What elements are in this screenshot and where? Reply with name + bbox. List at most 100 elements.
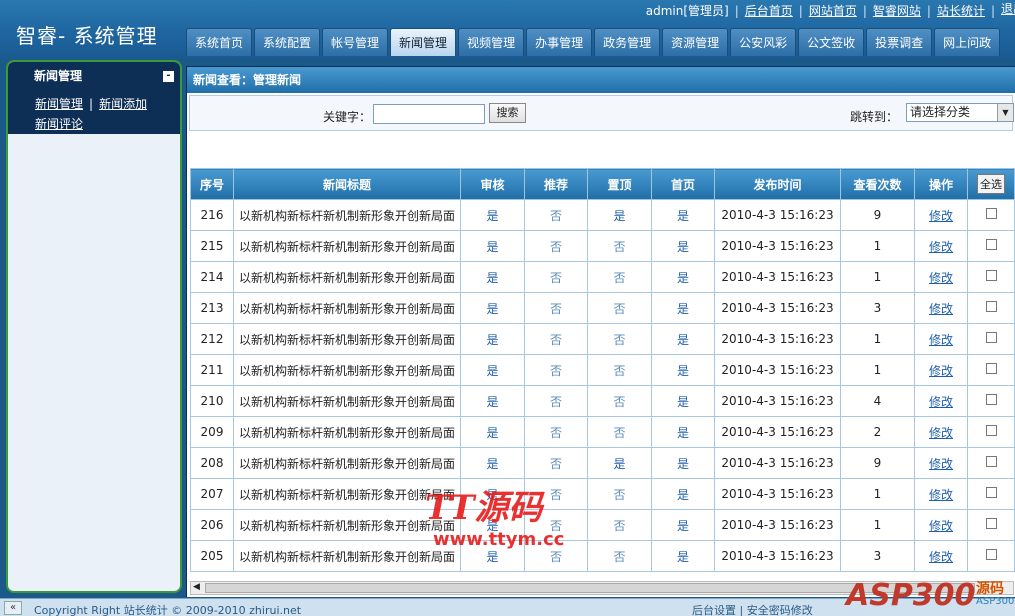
news-table: 序号 新闻标题 审核 推荐 置顶 首页 发布时间 查看次数 操作 全选 216 以… — [190, 168, 1015, 572]
edit-link[interactable]: 修改 — [914, 478, 968, 510]
edit-link[interactable]: 修改 — [914, 354, 968, 386]
select-all-button[interactable]: 全选 — [977, 174, 1005, 194]
nav-tab[interactable]: 政务管理 — [594, 28, 661, 56]
scroll-left-icon[interactable]: ◀ — [193, 582, 200, 592]
row-top: 否 — [587, 354, 652, 386]
row-title: 以新机构新标杆新机制新形象开创新局面 — [233, 540, 461, 572]
edit-link[interactable]: 修改 — [914, 540, 968, 572]
row-top: 否 — [587, 540, 652, 572]
nav-tab[interactable]: 系统配置 — [254, 28, 321, 56]
row-select-cell — [967, 292, 1015, 324]
nav-tab[interactable]: 视频管理 — [458, 28, 525, 56]
table-row: 216 以新机构新标杆新机制新形象开创新局面是否是是 2010-4-3 15:16:… — [190, 199, 1015, 231]
collapse-sidebar-button[interactable]: « — [4, 601, 22, 615]
row-time: 2010-4-3 15:16:23 — [714, 416, 841, 448]
row-checkbox[interactable] — [985, 456, 997, 467]
search-button[interactable]: 搜索 — [489, 103, 526, 123]
row-views: 4 — [840, 385, 915, 417]
dropdown-arrow-icon[interactable]: ▼ — [997, 104, 1013, 121]
row-audit: 是 — [460, 230, 525, 262]
row-checkbox[interactable] — [985, 518, 997, 529]
nav-tab[interactable]: 新闻管理 — [390, 28, 457, 56]
edit-link[interactable]: 修改 — [914, 416, 968, 448]
row-title: 以新机构新标杆新机制新形象开创新局面 — [233, 385, 461, 417]
sidebar-item-news-manage[interactable]: 新闻管理 — [35, 97, 83, 111]
row-checkbox[interactable] — [985, 549, 997, 560]
link-admin-home[interactable]: 后台首页 — [745, 4, 793, 18]
edit-link[interactable]: 修改 — [914, 385, 968, 417]
link-site-home[interactable]: 网站首页 — [809, 4, 857, 18]
collapse-icon[interactable]: - — [163, 71, 174, 82]
nav-tab[interactable]: 帐号管理 — [322, 28, 389, 56]
nav-tab[interactable]: 投票调查 — [866, 28, 933, 56]
top-links: admin[管理员]|后台首页|网站首页|智睿网站|站长统计|退出 — [645, 2, 1015, 18]
sidebar-item-news-add[interactable]: 新闻添加 — [99, 97, 147, 111]
nav-tab[interactable]: 办事管理 — [526, 28, 593, 56]
exit-link[interactable]: 退出 — [1001, 2, 1015, 16]
edit-link[interactable]: 修改 — [914, 261, 968, 293]
row-recommend: 否 — [524, 385, 588, 417]
row-checkbox[interactable] — [985, 239, 997, 250]
col-header-audit: 审核 — [460, 168, 525, 200]
row-recommend: 否 — [524, 354, 588, 386]
nav-tab[interactable]: 公文签收 — [798, 28, 865, 56]
row-select-cell — [967, 323, 1015, 355]
nav-tab[interactable]: 公安风彩 — [730, 28, 797, 56]
sidebar-item-news-comments[interactable]: 新闻评论 — [35, 117, 83, 131]
row-time: 2010-4-3 15:16:23 — [714, 478, 841, 510]
row-id: 211 — [190, 354, 234, 386]
keyword-input[interactable] — [373, 104, 485, 124]
edit-link[interactable]: 修改 — [914, 509, 968, 541]
row-top: 否 — [587, 478, 652, 510]
row-select-cell — [967, 416, 1015, 448]
row-checkbox[interactable] — [985, 332, 997, 343]
col-header-recommend: 推荐 — [524, 168, 588, 200]
link-zhirui-site[interactable]: 智睿网站 — [873, 4, 921, 18]
table-row: 214 以新机构新标杆新机制新形象开创新局面是否否是 2010-4-3 15:16:… — [190, 261, 1015, 293]
row-checkbox[interactable] — [985, 208, 997, 219]
horizontal-scrollbar[interactable]: ◀ — [190, 581, 1014, 595]
row-checkbox[interactable] — [985, 301, 997, 312]
nav-tab[interactable]: 系统首页 — [186, 28, 253, 56]
table-row: 206 以新机构新标杆新机制新形象开创新局面是否否是 2010-4-3 15:16:… — [190, 509, 1015, 541]
col-header-action: 操作 — [914, 168, 968, 200]
row-title: 以新机构新标杆新机制新形象开创新局面 — [233, 478, 461, 510]
link-stats[interactable]: 站长统计 — [937, 4, 985, 18]
row-checkbox[interactable] — [985, 394, 997, 405]
table-row: 213 以新机构新标杆新机制新形象开创新局面是否否是 2010-4-3 15:16:… — [190, 292, 1015, 324]
footer-link-password[interactable]: 安全密码修改 — [747, 604, 813, 616]
sidebar-links: 新闻管理 | 新闻添加 新闻评论 — [8, 90, 180, 134]
footer-link-settings[interactable]: 后台设置 — [692, 604, 736, 616]
row-select-cell — [967, 509, 1015, 541]
edit-link[interactable]: 修改 — [914, 199, 968, 231]
copyright-text: Copyright Right 站长统计 © 2009-2010 zhirui.… — [34, 604, 302, 616]
row-home: 是 — [651, 354, 715, 386]
nav-tab[interactable]: 网上问政 — [934, 28, 1001, 56]
row-checkbox[interactable] — [985, 363, 997, 374]
edit-link[interactable]: 修改 — [914, 447, 968, 479]
edit-link[interactable]: 修改 — [914, 230, 968, 262]
table-row: 207 以新机构新标杆新机制新形象开创新局面是否否是 2010-4-3 15:16:… — [190, 478, 1015, 510]
table-row: 215 以新机构新标杆新机制新形象开创新局面是否否是 2010-4-3 15:16:… — [190, 230, 1015, 262]
row-views: 9 — [840, 199, 915, 231]
row-title: 以新机构新标杆新机制新形象开创新局面 — [233, 292, 461, 324]
edit-link[interactable]: 修改 — [914, 292, 968, 324]
row-recommend: 否 — [524, 540, 588, 572]
row-select-cell — [967, 199, 1015, 231]
row-checkbox[interactable] — [985, 487, 997, 498]
row-views: 3 — [840, 540, 915, 572]
row-top: 否 — [587, 323, 652, 355]
main-panel: 新闻查看：管理新闻 关键字： 搜索 跳转到： 请选择分类 ▼ 序号 新闻标题 审… — [186, 66, 1015, 597]
nav-tab[interactable]: 资源管理 — [662, 28, 729, 56]
row-views: 1 — [840, 478, 915, 510]
table-row: 208 以新机构新标杆新机制新形象开创新局面是否是是 2010-4-3 15:16:… — [190, 447, 1015, 479]
row-checkbox[interactable] — [985, 270, 997, 281]
row-checkbox[interactable] — [985, 425, 997, 436]
row-time: 2010-4-3 15:16:23 — [714, 292, 841, 324]
scrollbar-thumb[interactable] — [205, 583, 975, 593]
row-title: 以新机构新标杆新机制新形象开创新局面 — [233, 354, 461, 386]
table-row: 211 以新机构新标杆新机制新形象开创新局面是否否是 2010-4-3 15:16:… — [190, 354, 1015, 386]
edit-link[interactable]: 修改 — [914, 323, 968, 355]
row-audit: 是 — [460, 509, 525, 541]
category-select[interactable]: 请选择分类 ▼ — [906, 103, 1014, 122]
